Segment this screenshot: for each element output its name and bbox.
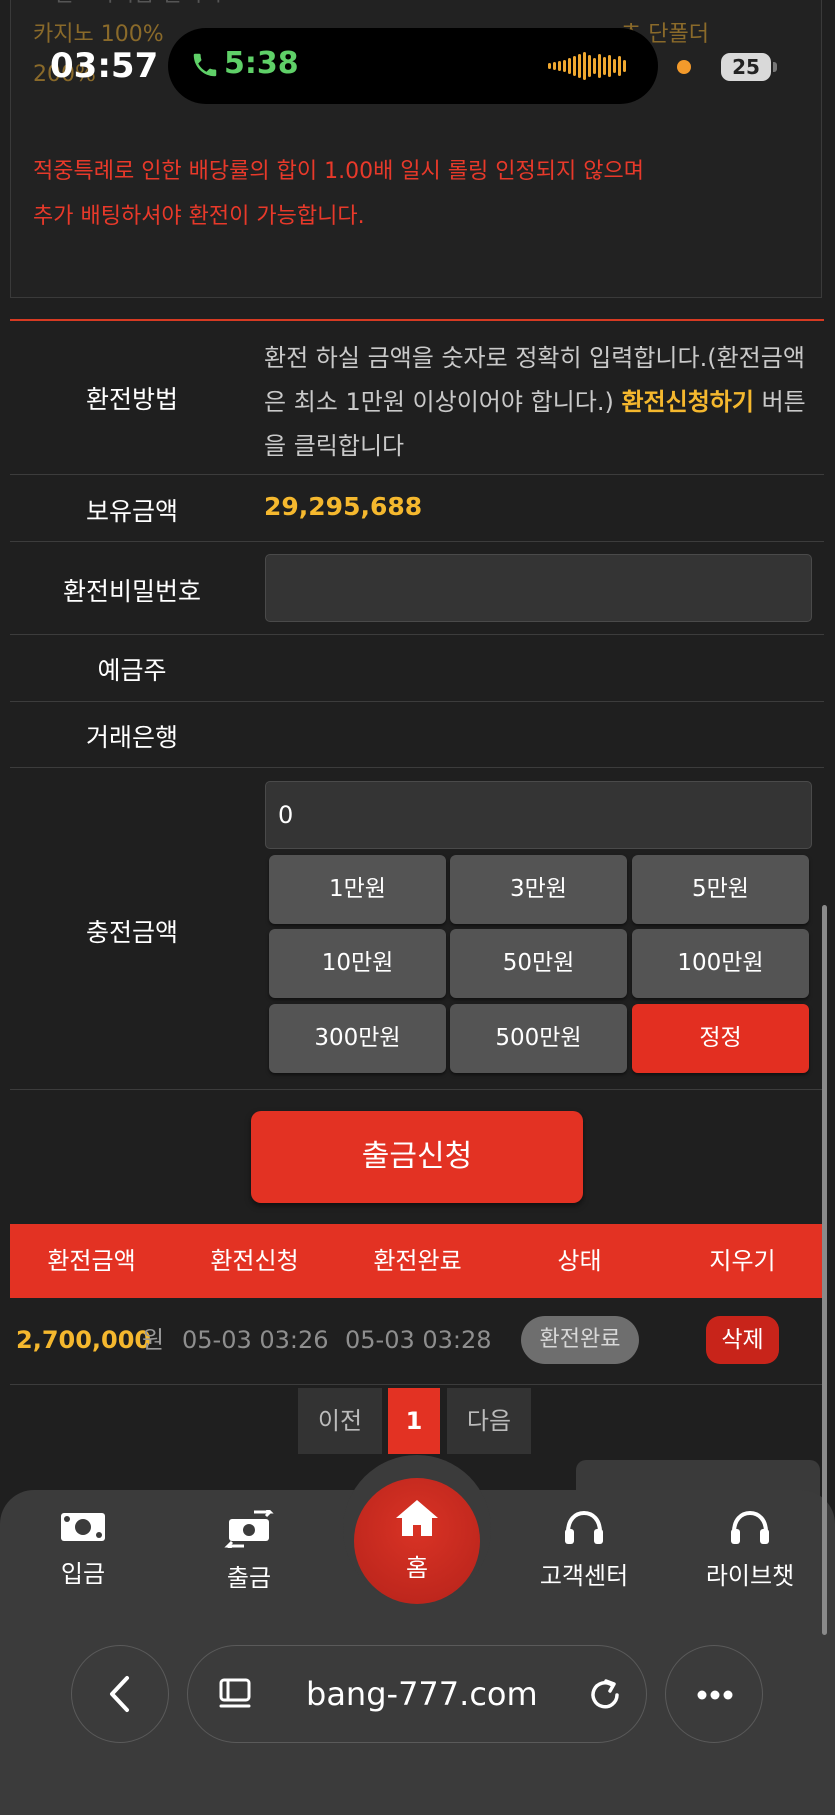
nav-support[interactable]: 고객센터 [519,1510,649,1591]
column-header: 환전완료 [373,1247,462,1275]
amount-10k-button[interactable]: 1만원 [269,855,446,924]
row-divider [10,1089,824,1090]
dynamic-island[interactable]: 5:38 [168,28,658,104]
notice-warning: 적중특례로 인한 배당률의 합이 1.00배 일시 롤링 인정되지 않으며 [33,159,644,184]
history-table-header: 환전금액 환전신청 환전완료 상태 지우기 [10,1224,824,1298]
battery-tip [773,62,777,72]
method-description: 환전 하실 금액을 숫자로 정확히 입력합니다.(환전금액은 최소 1만원 이상… [264,336,824,468]
amount-label: 충전금액 [85,918,178,947]
row-amount: 2,700,000 [16,1326,152,1354]
audio-waveform-icon [548,52,626,80]
tab-overview-icon [219,1678,251,1708]
withdraw-submit-button[interactable]: 출금신청 [251,1111,583,1203]
pagination-prev-button[interactable]: 이전 [298,1388,382,1454]
column-header: 지우기 [709,1247,776,1275]
nav-home[interactable]: 홈 [354,1478,480,1604]
amount-50k-button[interactable]: 5만원 [632,855,809,924]
row-completed-time: 05-03 03:28 [345,1326,492,1354]
row-amount-unit: 원 [142,1326,165,1354]
withdraw-password-input[interactable] [265,554,812,622]
column-header: 상태 [557,1247,602,1275]
nav-label: 입금 [60,1560,106,1588]
call-timer: 5:38 [224,46,299,81]
status-badge: 환전완료 [521,1316,639,1364]
amount-input[interactable] [265,781,812,849]
nav-deposit[interactable]: 입금 [18,1510,148,1589]
row-divider [10,541,824,542]
notice-faded-line: 카지노 100% [33,22,164,47]
phone-icon [193,53,217,77]
column-header: 환전신청 [210,1247,299,1275]
pagination-page-current[interactable]: 1 [388,1388,440,1454]
more-dots-icon [697,1690,733,1700]
chevron-left-icon [110,1676,129,1712]
section-divider [10,319,824,321]
row-divider [10,474,824,475]
nav-label: 라이브챗 [705,1562,795,1590]
row-divider [10,701,824,702]
amount-500k-button[interactable]: 50만원 [450,929,627,998]
battery-icon: 25 [721,53,771,81]
method-label: 환전방법 [85,385,178,414]
pagination-next-button[interactable]: 다음 [447,1388,531,1454]
money-exchange-icon [224,1510,274,1548]
notice-faded-line: 포인트미지급 선택시 [33,0,222,8]
nav-withdraw[interactable]: 출금 [184,1510,314,1593]
address-bar[interactable]: bang-777.com [187,1645,647,1743]
amount-3m-button[interactable]: 300만원 [269,1004,446,1073]
money-bill-icon [61,1513,105,1541]
nav-label: 홈 [405,1554,429,1582]
amount-30k-button[interactable]: 3만원 [450,855,627,924]
column-header: 환전금액 [47,1247,136,1275]
nav-live-chat[interactable]: 라이브챗 [685,1510,815,1591]
nav-label: 고객센터 [539,1562,629,1590]
method-desc-highlight: 환전신청하기 [621,388,754,416]
row-divider [10,767,824,768]
amount-100k-button[interactable]: 10만원 [269,929,446,998]
balance-label: 보유금액 [85,497,178,526]
row-divider [10,1384,824,1385]
balance-value: 29,295,688 [264,492,423,521]
notice-warning: 추가 배팅하셔야 환전이 가능합니다. [33,204,365,229]
headset-icon [565,1510,603,1544]
status-time: 03:57 [50,46,159,86]
url-text: bang-777.com [306,1675,538,1713]
row-divider [10,634,824,635]
headset-icon [731,1510,769,1544]
depositor-label: 예금주 [97,656,167,685]
amount-1m-button[interactable]: 100만원 [632,929,809,998]
browser-back-button[interactable] [71,1645,169,1743]
bank-label: 거래은행 [85,723,178,752]
home-icon [396,1500,438,1536]
scrollbar[interactable] [822,905,827,1635]
reload-icon[interactable] [586,1676,624,1714]
nav-label: 출금 [226,1564,272,1592]
row-requested-time: 05-03 03:26 [182,1326,329,1354]
browser-more-button[interactable] [665,1645,763,1743]
amount-reset-button[interactable]: 정정 [632,1004,809,1073]
amount-5m-button[interactable]: 500만원 [450,1004,627,1073]
camera-indicator-dot [677,60,691,74]
delete-button[interactable]: 삭제 [706,1316,779,1364]
password-label: 환전비밀번호 [62,577,201,606]
